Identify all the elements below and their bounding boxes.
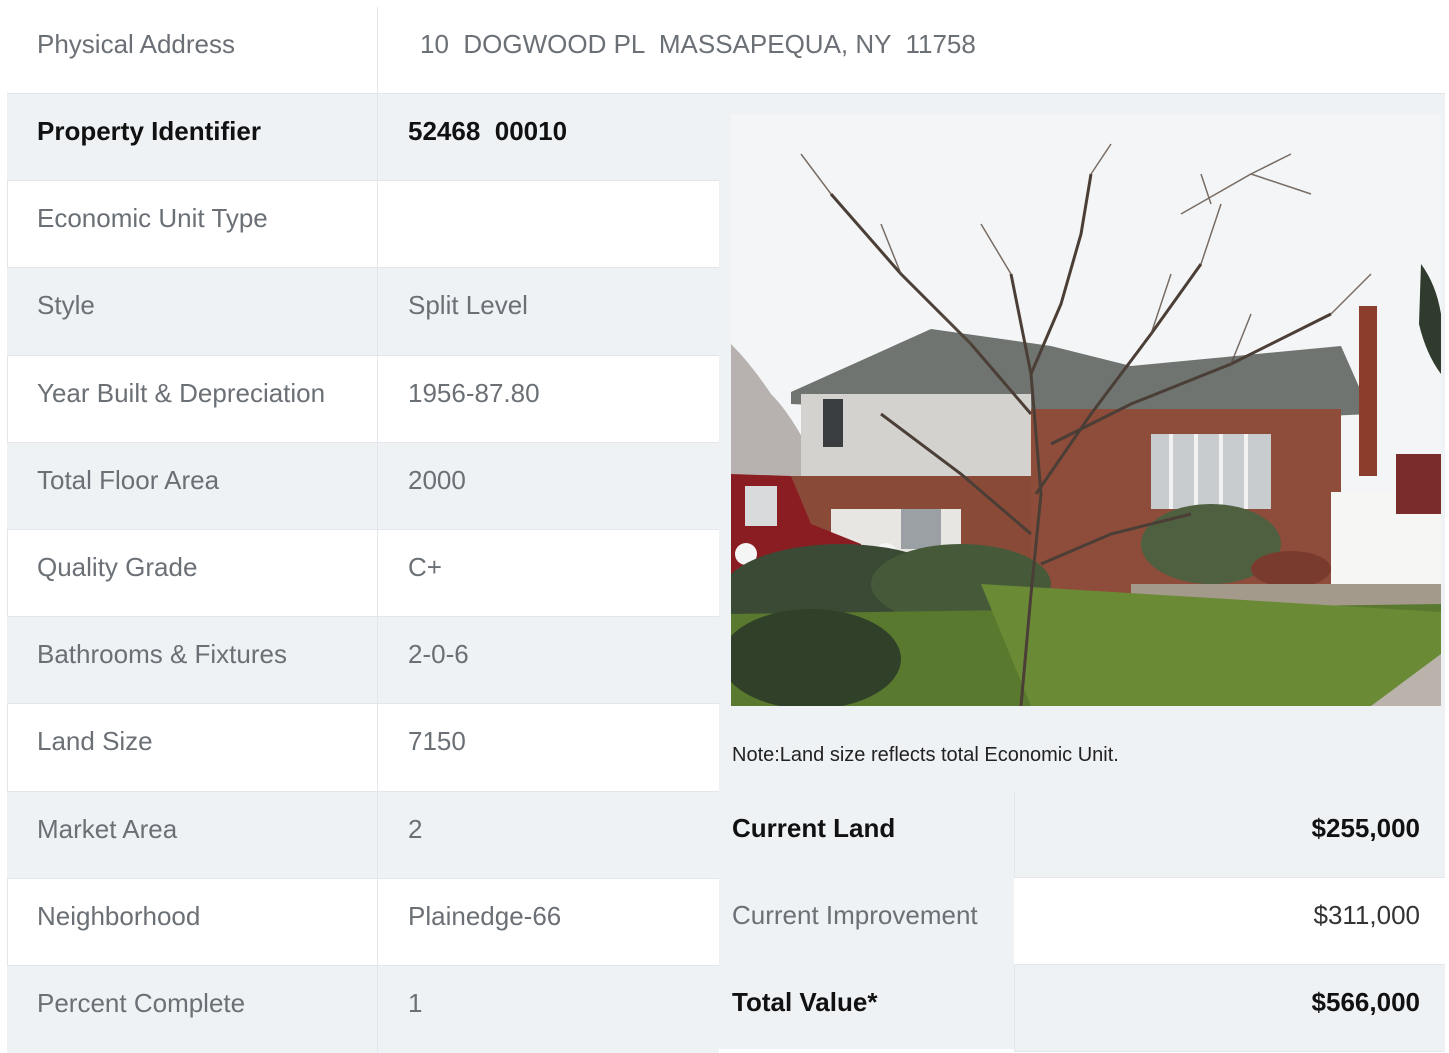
total-value-label: Total Value* — [732, 987, 878, 1018]
market-area-value: 2 — [408, 813, 423, 844]
current-land-cell: $255,000 — [1014, 791, 1445, 878]
total-value-cell: $566,000 — [1014, 965, 1445, 1053]
current-land-amount: $255,000 — [1311, 813, 1420, 843]
percent-complete-value: 1 — [408, 987, 423, 1018]
divider — [377, 704, 378, 791]
row-current-improvement: Current Improvement $311,000 — [719, 878, 1445, 966]
divider — [377, 529, 378, 617]
land-size-label: Land Size — [37, 726, 153, 757]
divider — [377, 181, 378, 268]
row-quality-grade: Quality Grade C+ — [7, 529, 719, 618]
address-value: 10 DOGWOOD PL MASSAPEQUA, NY 11758 — [420, 29, 976, 59]
current-improvement-cell: $311,000 — [1014, 878, 1445, 966]
divider — [377, 355, 378, 442]
row-style: Style Split Level — [7, 268, 719, 356]
economic-unit-type-label: Economic Unit Type — [37, 203, 268, 234]
row-total-value: Total Value* $566,000 — [719, 965, 1445, 1053]
current-land-label: Current Land — [732, 813, 896, 843]
row-economic-unit-type: Economic Unit Type — [7, 181, 719, 269]
quality-grade-label: Quality Grade — [37, 551, 198, 582]
address-row: Physical Address 10 DOGWOOD PL MASSAPEQU… — [7, 7, 1445, 94]
land-size-note: Note:Land size reflects total Economic U… — [732, 744, 1119, 766]
row-year-built: Year Built & Depreciation 1956-87.80 — [7, 355, 719, 443]
year-built-value: 1956-87.80 — [408, 377, 540, 408]
divider — [377, 442, 378, 529]
style-label: Style — [37, 290, 95, 321]
current-improvement-amount: $311,000 — [1313, 900, 1420, 931]
row-neighborhood: Neighborhood Plainedge-66 — [7, 878, 719, 966]
year-built-label: Year Built & Depreciation — [37, 377, 326, 408]
divider — [377, 268, 378, 355]
row-property-identifier: Property Identifier 52468 00010 — [7, 94, 719, 182]
row-percent-complete: Percent Complete 1 — [7, 965, 719, 1053]
property-details-table: Property Identifier 52468 00010 Economic… — [7, 94, 719, 1053]
divider — [377, 7, 378, 93]
current-improvement-label: Current Improvement — [732, 900, 978, 931]
bathrooms-label: Bathrooms & Fixtures — [37, 639, 287, 670]
neighborhood-label: Neighborhood — [37, 900, 201, 931]
row-land-size: Land Size 7150 — [7, 704, 719, 792]
valuation-panel: Note:Land size reflects total Economic U… — [719, 94, 1445, 1053]
neighborhood-value: Plainedge-66 — [408, 900, 562, 931]
divider — [377, 878, 378, 965]
divider — [377, 94, 378, 181]
total-value-amount: $566,000 — [1311, 987, 1420, 1018]
style-value: Split Level — [408, 290, 528, 321]
row-bathrooms: Bathrooms & Fixtures 2-0-6 — [7, 617, 719, 705]
market-area-label: Market Area — [37, 813, 178, 844]
row-current-land: Current Land $255,000 — [719, 791, 1445, 878]
property-identifier-label: Property Identifier — [37, 116, 261, 146]
bathrooms-value: 2-0-6 — [408, 639, 469, 670]
valuation-table: Current Land $255,000 Current Improvemen… — [719, 791, 1445, 1053]
address-label: Physical Address — [37, 29, 235, 59]
divider — [377, 791, 378, 878]
property-photo — [731, 114, 1441, 706]
land-size-value: 7150 — [408, 726, 466, 757]
row-market-area: Market Area 2 — [7, 791, 719, 879]
row-total-floor-area: Total Floor Area 2000 — [7, 442, 719, 530]
percent-complete-label: Percent Complete — [37, 987, 246, 1018]
total-floor-area-label: Total Floor Area — [37, 464, 220, 495]
divider — [377, 617, 378, 704]
divider — [377, 965, 378, 1053]
property-identifier-value: 52468 00010 — [408, 116, 568, 146]
total-floor-area-value: 2000 — [408, 464, 466, 495]
quality-grade-value: C+ — [408, 551, 442, 582]
